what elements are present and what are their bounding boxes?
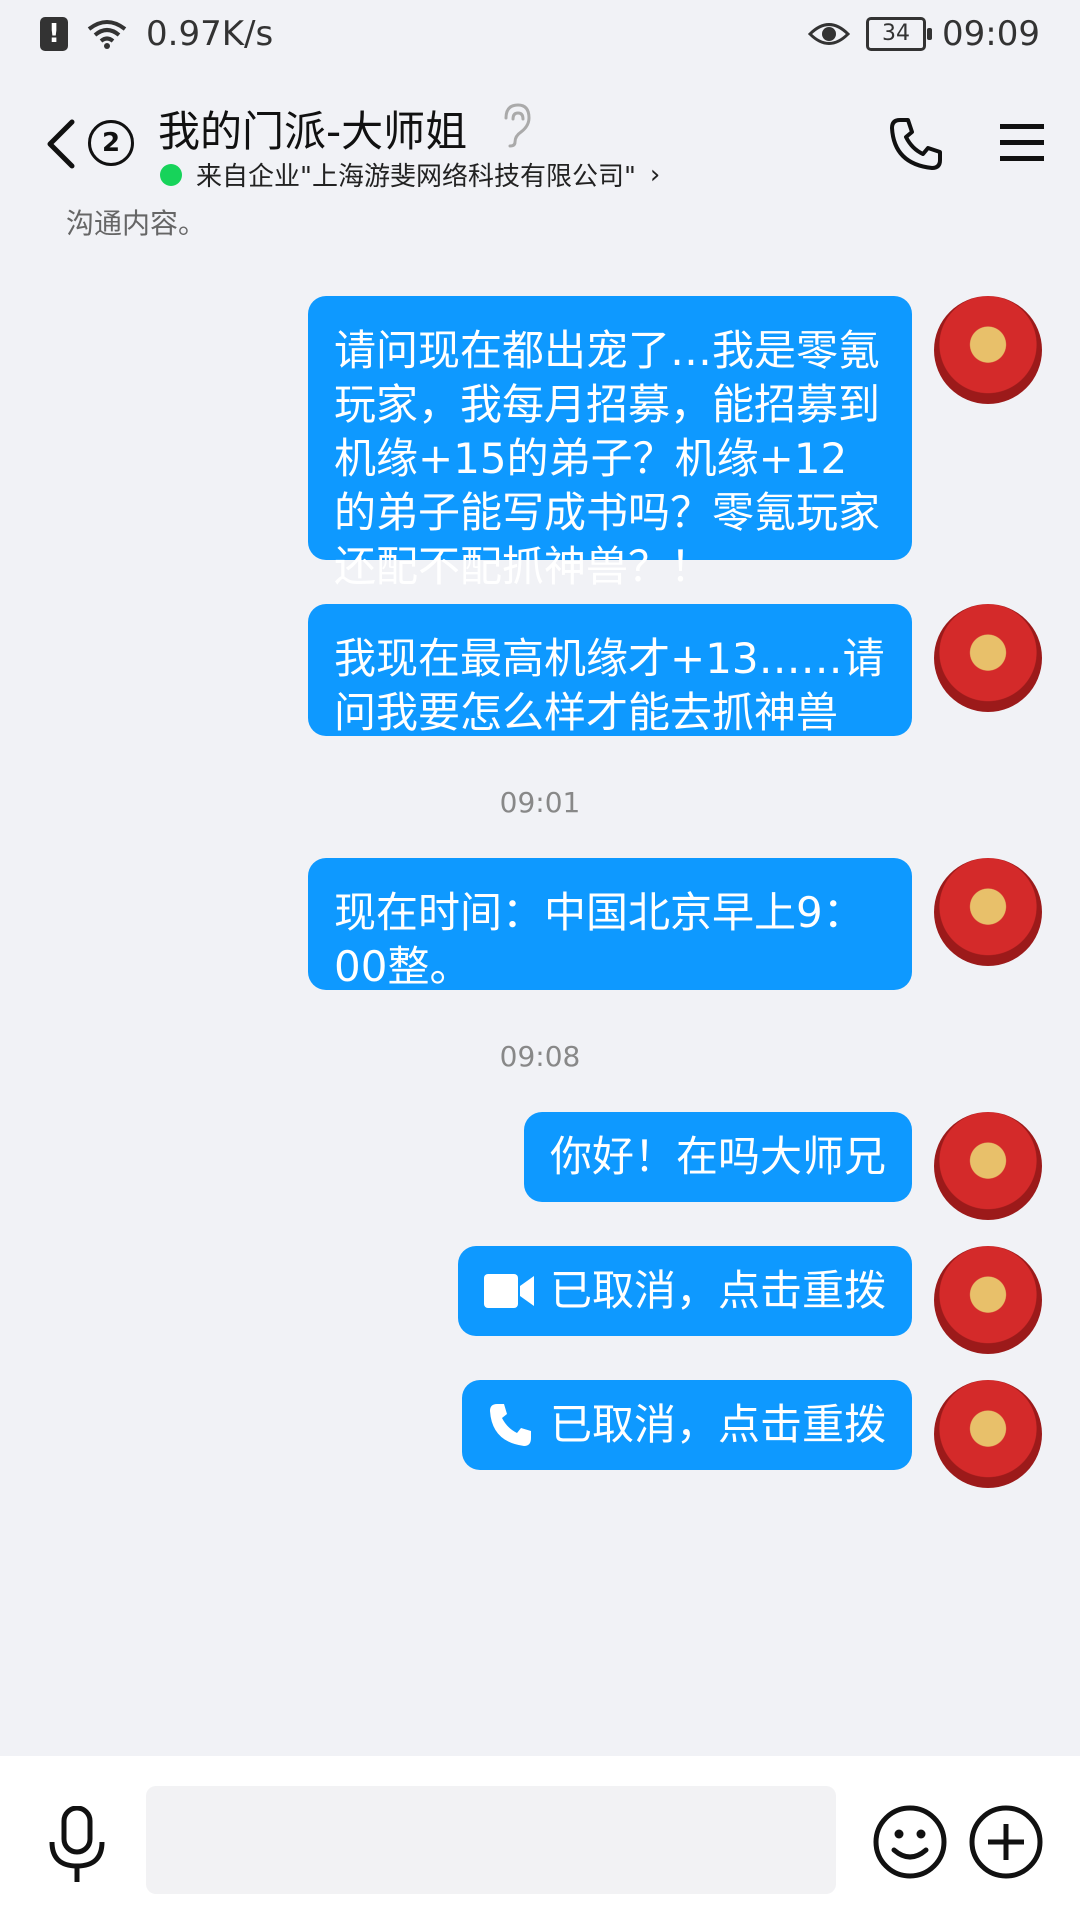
avatar[interactable] bbox=[934, 1246, 1042, 1354]
video-camera-icon bbox=[483, 1274, 534, 1308]
menu-button[interactable] bbox=[998, 118, 1046, 166]
battery-level: 34 bbox=[882, 21, 911, 46]
input-bar bbox=[0, 1756, 1080, 1920]
ear-icon[interactable] bbox=[498, 102, 532, 148]
chevron-right-icon: › bbox=[649, 159, 661, 190]
message-bubble[interactable]: 我现在最高机缘才+13……请问我要怎么样才能去抓神兽 bbox=[308, 604, 912, 737]
message-bubble[interactable]: 现在时间：中国北京早上9：00整。 bbox=[308, 858, 912, 991]
chevron-left-icon bbox=[47, 119, 75, 169]
avatar[interactable] bbox=[934, 1112, 1042, 1220]
status-bar-left: ! 0.97K/s bbox=[40, 14, 273, 54]
message-bubble[interactable]: 你好！在吗大师兄 bbox=[523, 1112, 912, 1202]
emoji-button[interactable] bbox=[872, 1804, 948, 1880]
network-speed: 0.97K/s bbox=[146, 14, 274, 54]
company-info[interactable]: 来自企业"上海游斐网络科技有限公司" › bbox=[160, 156, 660, 193]
microphone-button[interactable] bbox=[44, 1806, 110, 1886]
call-status-text: 已取消，点击重拨 bbox=[549, 1400, 886, 1449]
call-status-text: 已取消，点击重拨 bbox=[549, 1266, 886, 1315]
eye-icon bbox=[808, 23, 851, 45]
chat-messages[interactable]: 沟通内容。 请问现在都出宠了…我是零氪玩家，我每月招募，能招募到机缘+15的弟子… bbox=[0, 208, 1080, 1756]
status-bar: ! 0.97K/s 34 09:09 bbox=[0, 0, 1080, 80]
add-button[interactable] bbox=[968, 1804, 1044, 1880]
cut-off-message: 沟通内容。 bbox=[66, 208, 207, 240]
avatar[interactable] bbox=[934, 858, 1042, 966]
chat-title[interactable]: 我的门派-大师姐 bbox=[158, 98, 467, 159]
avatar[interactable] bbox=[934, 296, 1042, 404]
status-bar-right: 34 09:09 bbox=[808, 14, 1040, 54]
avatar[interactable] bbox=[934, 604, 1042, 712]
online-status-dot bbox=[160, 163, 182, 186]
alert-icon: ! bbox=[40, 17, 68, 51]
unread-count-badge[interactable]: 2 bbox=[88, 120, 134, 166]
message-bubble[interactable]: 请问现在都出宠了…我是零氪玩家，我每月招募，能招募到机缘+15的弟子？机缘+12… bbox=[308, 296, 912, 591]
phone-icon bbox=[489, 1404, 531, 1446]
battery-icon: 34 bbox=[866, 17, 933, 51]
phone-call-button[interactable] bbox=[888, 116, 944, 172]
timestamp: 09:08 bbox=[499, 1040, 581, 1073]
video-call-message[interactable]: 已取消，点击重拨 bbox=[457, 1246, 912, 1336]
back-button[interactable] bbox=[38, 114, 88, 174]
wifi-icon bbox=[87, 20, 127, 49]
message-input[interactable] bbox=[146, 1786, 836, 1894]
avatar[interactable] bbox=[934, 1380, 1042, 1488]
company-subtitle: 来自企业"上海游斐网络科技有限公司" bbox=[196, 162, 636, 192]
chat-header: 2 我的门派-大师姐 来自企业"上海游斐网络科技有限公司" › bbox=[0, 80, 1080, 208]
voice-call-message[interactable]: 已取消，点击重拨 bbox=[461, 1380, 912, 1470]
timestamp: 09:01 bbox=[499, 786, 581, 819]
status-time: 09:09 bbox=[942, 14, 1040, 54]
